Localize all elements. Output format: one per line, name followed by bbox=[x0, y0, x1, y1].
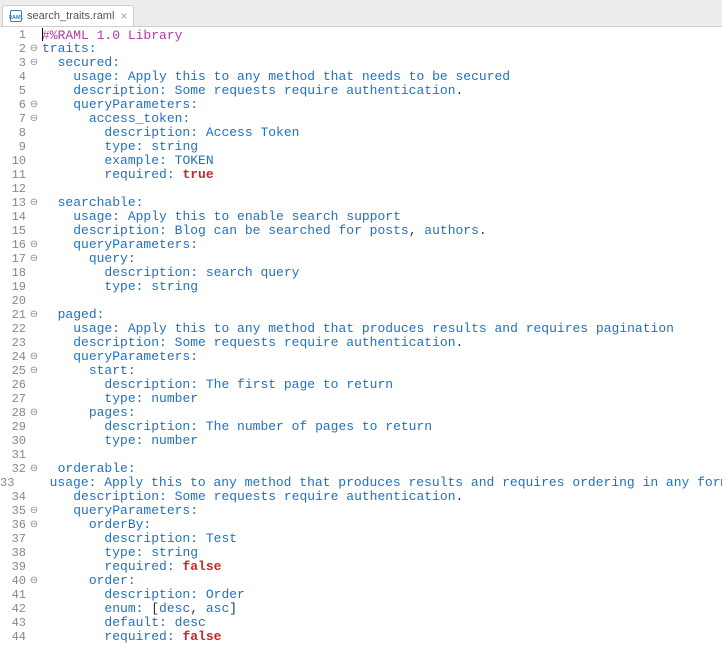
line-number: 35 bbox=[0, 504, 28, 518]
line-number: 38 bbox=[0, 546, 28, 560]
line-number: 29 bbox=[0, 420, 28, 434]
line-number: 43 bbox=[0, 616, 28, 630]
fold-toggle[interactable] bbox=[28, 238, 40, 253]
line-number: 11 bbox=[0, 168, 28, 182]
fold-toggle[interactable] bbox=[28, 252, 40, 267]
close-icon[interactable]: × bbox=[120, 10, 127, 22]
line-number: 42 bbox=[0, 602, 28, 616]
line-number: 18 bbox=[0, 266, 28, 280]
line-number: 37 bbox=[0, 532, 28, 546]
line-number: 9 bbox=[0, 140, 28, 154]
line-number: 23 bbox=[0, 336, 28, 350]
line-number: 44 bbox=[0, 630, 28, 644]
fold-toggle[interactable] bbox=[28, 364, 40, 379]
fold-toggle[interactable] bbox=[28, 42, 40, 57]
line-number: 28 bbox=[0, 406, 28, 420]
line-number: 2 bbox=[0, 42, 28, 56]
fold-toggle[interactable] bbox=[28, 406, 40, 421]
line-number: 14 bbox=[0, 210, 28, 224]
fold-toggle[interactable] bbox=[28, 98, 40, 113]
editor-tab[interactable]: RAML search_traits.raml × bbox=[2, 5, 134, 26]
svg-text:RAML: RAML bbox=[9, 15, 23, 21]
line-number: 21 bbox=[0, 308, 28, 322]
line-number: 26 bbox=[0, 378, 28, 392]
fold-toggle[interactable] bbox=[28, 308, 40, 323]
fold-toggle[interactable] bbox=[28, 574, 40, 589]
line-number: 41 bbox=[0, 588, 28, 602]
line-number: 4 bbox=[0, 70, 28, 84]
line-number: 7 bbox=[0, 112, 28, 126]
line-number: 22 bbox=[0, 322, 28, 336]
fold-toggle[interactable] bbox=[28, 504, 40, 519]
tab-bar: RAML search_traits.raml × bbox=[0, 0, 722, 27]
line-number: 25 bbox=[0, 364, 28, 378]
fold-toggle[interactable] bbox=[28, 196, 40, 211]
raml-file-icon: RAML bbox=[9, 9, 23, 23]
line-number: 15 bbox=[0, 224, 28, 238]
code-editor[interactable]: 1#%RAML 1.0 Library 2traits: 3 secured: … bbox=[0, 27, 722, 644]
line-number: 16 bbox=[0, 238, 28, 252]
line-number: 13 bbox=[0, 196, 28, 210]
line-number: 30 bbox=[0, 434, 28, 448]
line-number: 34 bbox=[0, 490, 28, 504]
fold-toggle[interactable] bbox=[28, 112, 40, 127]
line-number: 39 bbox=[0, 560, 28, 574]
line-number: 6 bbox=[0, 98, 28, 112]
line-number: 8 bbox=[0, 126, 28, 140]
line-number: 12 bbox=[0, 182, 28, 196]
line-number: 1 bbox=[0, 28, 28, 42]
line-number: 20 bbox=[0, 294, 28, 308]
tab-filename: search_traits.raml bbox=[27, 9, 114, 23]
fold-toggle[interactable] bbox=[28, 518, 40, 533]
line-number: 33 bbox=[0, 476, 16, 490]
line-number: 3 bbox=[0, 56, 28, 70]
line-number: 17 bbox=[0, 252, 28, 266]
line-number: 32 bbox=[0, 462, 28, 476]
fold-toggle[interactable] bbox=[28, 56, 40, 71]
fold-toggle[interactable] bbox=[28, 350, 40, 365]
line-number: 27 bbox=[0, 392, 28, 406]
line-number: 40 bbox=[0, 574, 28, 588]
line-number: 19 bbox=[0, 280, 28, 294]
line-number: 10 bbox=[0, 154, 28, 168]
line-number: 31 bbox=[0, 448, 28, 462]
line-number: 36 bbox=[0, 518, 28, 532]
line-number: 24 bbox=[0, 350, 28, 364]
line-number: 5 bbox=[0, 84, 28, 98]
